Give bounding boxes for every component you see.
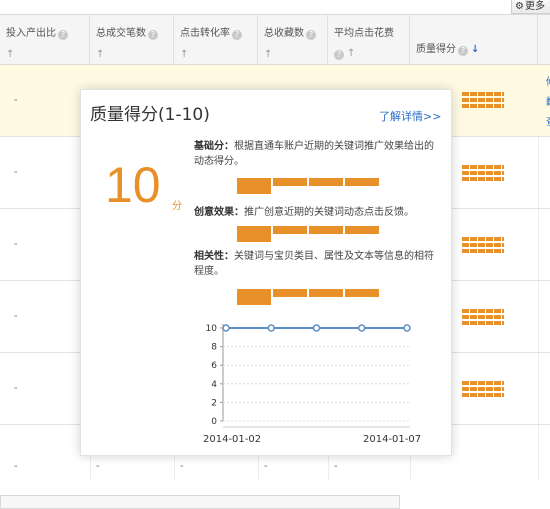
table-header: 投入产出比? ↑ 总成交笔数? ↑ 点击转化率? ↑ 总收藏数? ↑ 平均点击花… (0, 15, 550, 65)
sort-arrow-icon[interactable]: ↑ (347, 48, 355, 59)
y-tick-label: 10 (206, 324, 218, 334)
quality-score-chart: 0 2 4 6 8 10 2014-01-02 2014-01-07 (203, 318, 425, 448)
quality-score-bar[interactable] (462, 165, 504, 181)
relevance-bar (237, 289, 415, 305)
help-icon[interactable]: ? (232, 30, 242, 40)
sort-arrow-icon[interactable]: ↑ (180, 49, 257, 60)
y-tick-label: 4 (211, 380, 217, 390)
quality-score-bar[interactable] (462, 309, 504, 325)
col-avg-cpc[interactable]: 平均点击花费 ? ↑ (328, 15, 410, 65)
gear-icon: ⚙ (515, 1, 524, 12)
metric-creative-effect: 创意效果：推广创意近期的关键词动态点击反馈。 (194, 207, 414, 218)
sort-arrow-icon[interactable]: ↑ (6, 49, 89, 60)
data-point[interactable] (312, 324, 321, 332)
help-icon[interactable]: ? (306, 30, 316, 40)
data-point[interactable] (267, 324, 275, 332)
x-tick-label: 2014-01-07 (363, 434, 422, 445)
col-favorites[interactable]: 总收藏数? ↑ (258, 15, 328, 65)
quality-score-value: 10 (105, 157, 161, 213)
quality-score-bar[interactable] (462, 237, 504, 253)
help-icon[interactable]: ? (148, 30, 158, 40)
learn-more-link[interactable]: 了解详情>> (379, 108, 441, 124)
quality-score-popup: 质量得分(1-10) 了解详情>> 10 分 基础分：根据直通车账户近期的关键词… (80, 89, 452, 456)
sort-arrow-icon[interactable]: ↑ (264, 49, 327, 60)
data-point[interactable] (358, 324, 366, 332)
col-next (538, 15, 550, 65)
y-tick-label: 8 (211, 343, 217, 353)
data-point[interactable] (403, 324, 411, 332)
metric-relevance: 相关性：关键词与宝贝类目、属性及文本等信息的相符程度。 (194, 251, 434, 277)
sort-desc-icon[interactable]: ↓ (471, 44, 479, 55)
col-quality-score[interactable]: 质量得分? ↓ (410, 15, 538, 65)
x-tick-label: 2014-01-02 (203, 434, 262, 445)
score-unit: 分 (172, 201, 182, 212)
quality-score-bar[interactable] (462, 92, 504, 108)
data-point[interactable] (222, 324, 230, 332)
help-icon[interactable]: ? (334, 50, 344, 60)
more-label: 更多 (524, 1, 545, 12)
col-roi[interactable]: 投入产出比? ↑ (0, 15, 90, 65)
base-score-bar (237, 178, 415, 194)
more-button[interactable]: ⚙更多 (511, 0, 550, 14)
quality-score-bar[interactable] (462, 381, 504, 397)
y-tick-label: 6 (211, 361, 217, 371)
y-tick-label: 0 (211, 417, 217, 427)
metric-base-score: 基础分：根据直通车账户近期的关键词推广效果给出的动态得分。 (194, 141, 434, 167)
horizontal-scrollbar[interactable] (0, 495, 400, 509)
popup-title: 质量得分(1-10) (90, 105, 210, 125)
chart-plot: 0 2 4 6 8 10 (206, 324, 411, 428)
help-icon[interactable]: ? (58, 30, 68, 40)
col-conversion-rate[interactable]: 点击转化率? ↑ (174, 15, 258, 65)
col-total-orders[interactable]: 总成交笔数? ↑ (90, 15, 174, 65)
help-icon[interactable]: ? (458, 46, 468, 56)
sort-arrow-icon[interactable]: ↑ (96, 49, 173, 60)
creative-effect-bar (237, 226, 415, 242)
y-tick-label: 2 (211, 398, 217, 408)
